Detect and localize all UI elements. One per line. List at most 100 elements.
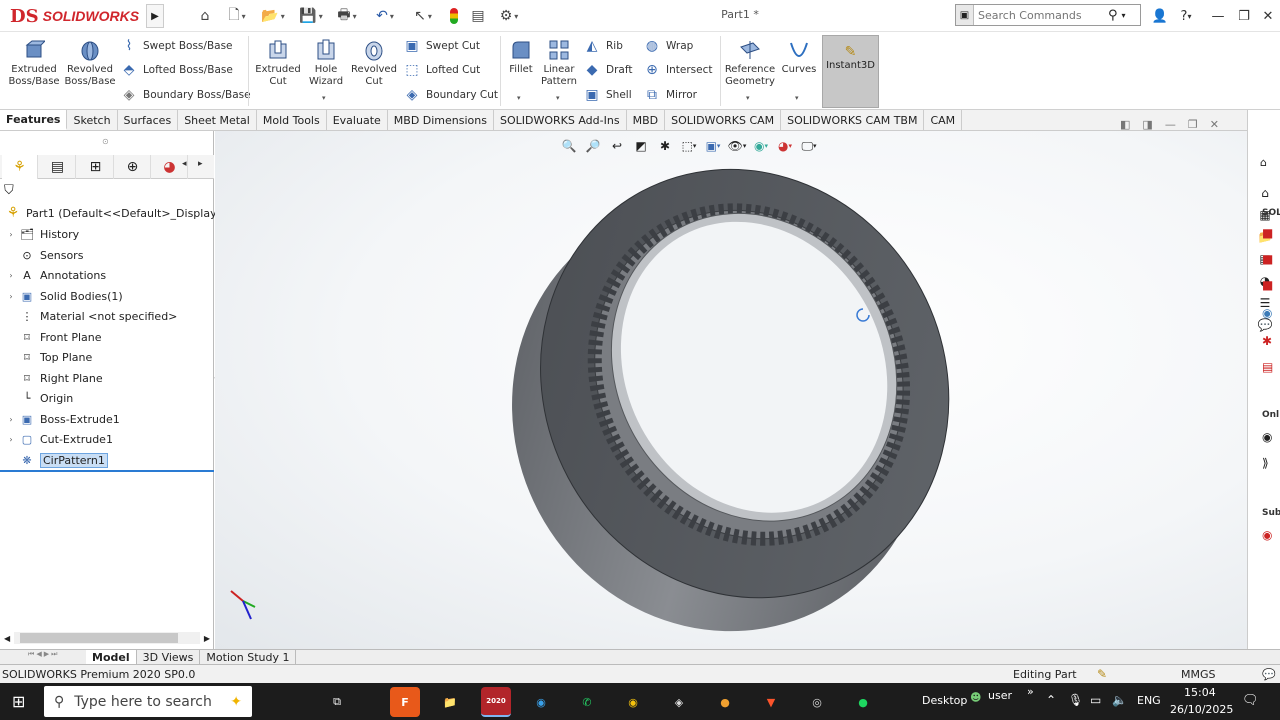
undo-icon[interactable]: ↶ ▾ <box>368 6 402 26</box>
tool-icon[interactable]: ▤ <box>1262 360 1273 374</box>
dimxpert-tab-icon[interactable]: ⊕ <box>115 155 151 179</box>
language-label[interactable]: ENG <box>1137 694 1161 707</box>
expand-icon[interactable]: › <box>4 435 18 444</box>
reference-geometry-button[interactable]: Reference Geometry <box>722 38 778 88</box>
menu-expand-button[interactable]: ▶ <box>146 4 164 28</box>
search-input[interactable] <box>974 8 1104 22</box>
lofted-boss-button[interactable]: ⬘ Lofted Boss/Base <box>120 60 233 80</box>
wrap-button[interactable]: ◍ Wrap <box>643 36 693 56</box>
whatsapp-app-icon[interactable]: ✆ <box>572 687 602 717</box>
zoom-to-fit-icon[interactable]: 🔍 <box>560 137 578 155</box>
fillet-dropdown-icon[interactable]: ▾ <box>517 94 521 102</box>
expand-icon[interactable]: › <box>4 292 18 301</box>
linear-pattern-button[interactable]: Linear Pattern <box>538 38 580 88</box>
tree-item-origin[interactable]: └ Origin <box>4 388 74 408</box>
show-hidden-icons[interactable]: ⌃ <box>1046 693 1056 707</box>
view-settings-icon[interactable]: 🖵 ▾ <box>800 137 818 155</box>
chrome-app-icon[interactable]: ◉ <box>618 687 648 717</box>
app-icon[interactable]: ◈ <box>664 687 694 717</box>
new-document-icon[interactable]: 🗋 ▾ <box>220 6 254 26</box>
tree-item-boss-extrude1[interactable]: › ▣ Boss-Extrude1 <box>4 409 119 429</box>
tab-solidworks-cam[interactable]: SOLIDWORKS CAM <box>665 110 782 130</box>
hide-show-items-icon[interactable]: 👁 ▾ <box>728 137 747 155</box>
search-dropdown-icon[interactable]: ▾ <box>1122 11 1126 20</box>
display-style-icon[interactable]: ▣ ▾ <box>704 137 722 155</box>
instant3d-button[interactable]: ✎ Instant3D <box>822 35 879 108</box>
tab-features[interactable]: Features <box>0 110 68 130</box>
hole-wizard-button[interactable]: Hole Wizard <box>302 38 350 88</box>
save-icon[interactable]: 💾 ▾ <box>294 6 328 26</box>
feature-tree-tab-icon[interactable]: ⚘ <box>2 155 38 179</box>
linear-pattern-dropdown-icon[interactable]: ▾ <box>556 94 560 102</box>
scrollbar-thumb[interactable] <box>20 633 179 643</box>
tool-icon[interactable]: ■ <box>1262 278 1273 292</box>
boundary-cut-button[interactable]: ◈ Boundary Cut <box>403 85 498 105</box>
viewport-restore-icon[interactable]: ❐ <box>1188 118 1198 132</box>
tab-scroll-right-icon[interactable]: ▸ <box>198 159 203 169</box>
viewport-minimize-icon[interactable]: — <box>1165 118 1176 132</box>
last-tab-icon[interactable]: ⏭ <box>51 650 57 664</box>
app-icon[interactable]: ◎ <box>802 687 832 717</box>
desktop-label[interactable]: Desktop <box>922 694 967 707</box>
tool-icon[interactable]: ■ <box>1262 252 1273 266</box>
dynamic-annotation-icon[interactable]: ✱ <box>656 137 674 155</box>
viewport-tile-right-icon[interactable]: ◨ <box>1142 118 1152 132</box>
tree-filter[interactable]: ⛉ <box>4 183 210 203</box>
tab-cam[interactable]: CAM <box>924 110 963 130</box>
tab-model[interactable]: Model <box>86 650 137 664</box>
user-label[interactable]: user <box>988 689 1012 702</box>
tool-icon[interactable]: ◉ <box>1262 306 1272 320</box>
tab-scroll-left-icon[interactable]: ◂ <box>182 159 187 169</box>
tab-solidworks-add-ins[interactable]: SOLIDWORKS Add-Ins <box>494 110 627 130</box>
microphone-icon[interactable]: 🎙 <box>1068 693 1083 707</box>
panel-grip-icon[interactable]: ⊙ <box>102 137 109 146</box>
task-view-icon[interactable]: ⧉ <box>322 687 352 717</box>
tab-mbd-dimensions[interactable]: MBD Dimensions <box>388 110 494 130</box>
tree-item-cut-extrude1[interactable]: › ▢ Cut-Extrude1 <box>4 429 113 449</box>
solidworks-logo[interactable]: DS SOLIDWORKS <box>10 4 139 28</box>
hole-wizard-dropdown-icon[interactable]: ▾ <box>322 94 326 102</box>
ring-gear-model[interactable] <box>215 131 1247 649</box>
rebuild-status-icon[interactable]: ✎ <box>1097 667 1107 681</box>
draft-button[interactable]: ◆ Draft <box>583 60 633 80</box>
tool-icon[interactable]: ✱ <box>1262 334 1272 348</box>
fusion-app-icon[interactable]: F <box>390 687 420 717</box>
revolved-boss-button[interactable]: Revolved Boss/Base <box>62 38 118 88</box>
notification-icon[interactable]: 🗨 <box>1242 693 1259 708</box>
search-scope-icon[interactable]: ▣ <box>956 5 974 25</box>
extruded-boss-button[interactable]: Extruded Boss/Base <box>6 38 62 88</box>
revolved-cut-button[interactable]: Revolved Cut <box>348 38 400 88</box>
tab-sketch[interactable]: Sketch <box>67 110 118 130</box>
horizontal-scrollbar[interactable]: ◀ ▶ <box>4 631 210 645</box>
swept-boss-button[interactable]: ⌇ Swept Boss/Base <box>120 36 233 56</box>
tree-item-material[interactable]: ⋮ Material <not specified> <box>4 306 178 326</box>
tab-motion-study[interactable]: Motion Study 1 <box>200 650 297 664</box>
view-orientation-icon[interactable]: ⬚ ▾ <box>680 137 698 155</box>
extruded-cut-button[interactable]: Extruded Cut <box>252 38 304 88</box>
units-text[interactable]: MMGS <box>1181 668 1216 681</box>
home-icon[interactable]: ⌂ <box>194 6 216 26</box>
file-properties-icon[interactable]: ▤ <box>468 6 488 26</box>
expand-icon[interactable]: › <box>4 271 18 280</box>
section-view-icon[interactable]: ◩ <box>632 137 650 155</box>
search-commands-box[interactable]: ▣ ⚲ ▾ <box>955 4 1141 26</box>
user-icon[interactable]: ☻ <box>970 691 981 704</box>
expand-icon[interactable]: › <box>4 415 18 424</box>
home-tab-icon[interactable]: ⌂ <box>1260 156 1267 169</box>
next-tab-icon[interactable]: ▶ <box>44 650 49 664</box>
filter-icon[interactable]: ⛉ <box>4 183 14 198</box>
tab-solidworks-cam-tbm[interactable]: SOLIDWORKS CAM TBM <box>781 110 925 130</box>
rebuild-icon[interactable] <box>444 6 464 26</box>
tab-mold-tools[interactable]: Mold Tools <box>257 110 327 130</box>
prev-tab-icon[interactable]: ◀ <box>36 650 41 664</box>
solidworks-app-icon[interactable]: 2020 <box>481 687 511 717</box>
print-icon[interactable]: 🖶 ▾ <box>330 6 364 26</box>
taskbar-search[interactable]: ⚲ Type here to search ✦ <box>44 686 252 717</box>
overflow-icon[interactable]: » <box>1027 685 1034 698</box>
zoom-to-area-icon[interactable]: 🔎 <box>584 137 602 155</box>
apply-scene-icon[interactable]: ◕ ▾ <box>776 137 794 155</box>
battery-icon[interactable]: ▭ <box>1090 693 1101 707</box>
subscription-tool-icon[interactable]: ◉ <box>1262 528 1272 542</box>
volume-icon[interactable]: 🔈 <box>1112 693 1127 707</box>
tab-evaluate[interactable]: Evaluate <box>327 110 388 130</box>
